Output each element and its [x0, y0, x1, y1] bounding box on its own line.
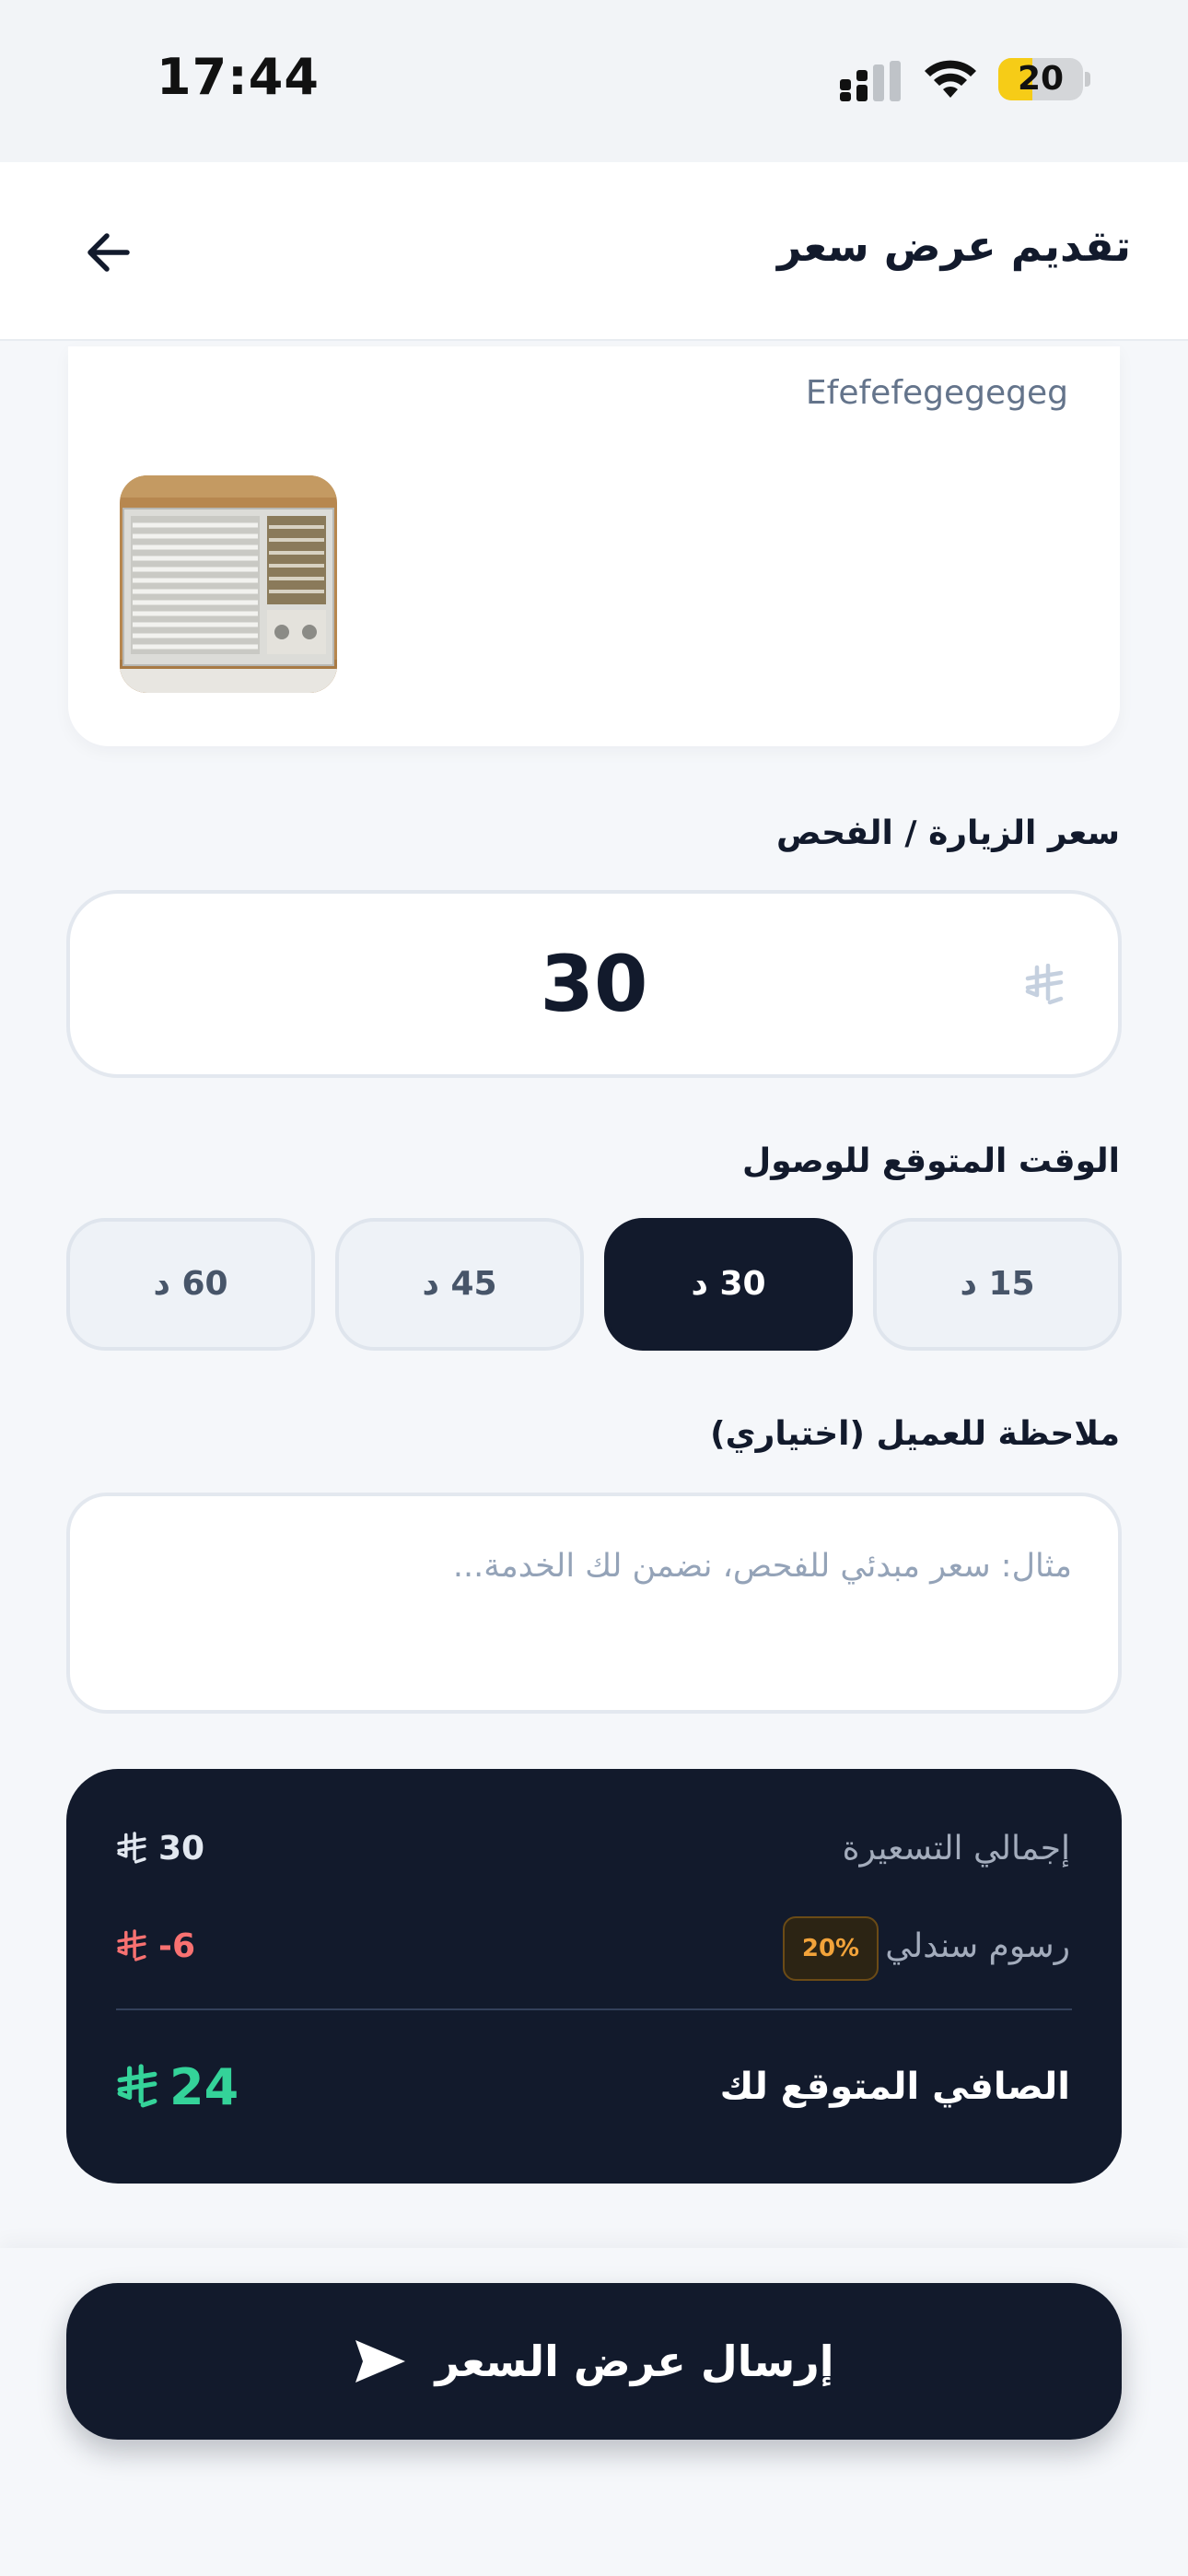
request-description: Efefefegegegeg	[805, 374, 1068, 412]
saudi-riyal-icon	[117, 2063, 157, 2107]
battery-tip	[1085, 72, 1090, 87]
eta-label: الوقت المتوقع للوصول	[742, 1142, 1120, 1180]
request-details-card: Efefefegegegeg	[68, 346, 1120, 746]
wifi-icon	[925, 60, 976, 98]
platform-fee-amount: -6	[158, 1927, 195, 1965]
status-bar: 17:44 20	[0, 0, 1188, 162]
note-placeholder: مثال: سعر مبدئي للفحص، نضمن لك الخدمة...	[452, 1548, 1072, 1585]
net-earnings-value: 24	[116, 2058, 239, 2116]
fee-percentage-badge: 20%	[783, 1916, 879, 1981]
total-price-label: إجمالي التسعيرة	[842, 1830, 1070, 1868]
eta-option-15[interactable]: 15 د	[873, 1218, 1122, 1351]
total-price-amount: 30	[158, 1830, 205, 1868]
eta-option-45[interactable]: 45 د	[335, 1218, 584, 1351]
note-label: ملاحظة للعميل (اختياري)	[710, 1415, 1120, 1453]
saudi-riyal-icon	[117, 1831, 146, 1864]
send-offer-label: إرسال عرض السعر	[435, 2336, 834, 2386]
saudi-riyal-icon	[117, 1928, 146, 1961]
send-offer-button[interactable]: إرسال عرض السعر	[66, 2283, 1122, 2440]
customer-note-textarea[interactable]: مثال: سعر مبدئي للفحص، نضمن لك الخدمة...	[66, 1493, 1122, 1714]
visit-price-input[interactable]: 30	[66, 890, 1122, 1078]
back-button[interactable]	[70, 214, 147, 291]
net-earnings-label: الصافي المتوقع لك	[719, 2066, 1070, 2108]
page-title: تقديم عرض سعر	[776, 221, 1131, 271]
send-icon	[355, 2340, 406, 2383]
battery-icon: 20	[998, 58, 1083, 100]
battery-level: 20	[1017, 60, 1065, 98]
eta-options: 15 د 30 د 45 د 60 د	[66, 1218, 1122, 1351]
platform-fee-label: رسوم سندلي	[885, 1927, 1070, 1965]
net-earnings-amount: 24	[169, 2058, 239, 2116]
app-header: تقديم عرض سعر	[0, 162, 1188, 341]
request-photo[interactable]	[120, 475, 337, 693]
visit-price-label: سعر الزيارة / الفحص	[776, 814, 1120, 852]
platform-fee-value: -6	[116, 1927, 195, 1965]
visit-price-value: 30	[540, 939, 648, 1029]
eta-option-60[interactable]: 60 د	[66, 1218, 315, 1351]
saudi-riyal-icon	[1025, 964, 1064, 1005]
cellular-signal-icon	[840, 61, 901, 101]
summary-divider	[116, 2008, 1072, 2010]
total-price-value: 30	[116, 1830, 204, 1868]
earnings-summary-card: إجمالي التسعيرة 30 رسوم سندلي 20% -6 الص…	[66, 1769, 1122, 2184]
eta-option-30-selected[interactable]: 30 د	[604, 1218, 853, 1351]
air-conditioner-photo	[120, 475, 337, 693]
status-time: 17:44	[157, 48, 320, 106]
arrow-left-icon	[87, 233, 130, 272]
